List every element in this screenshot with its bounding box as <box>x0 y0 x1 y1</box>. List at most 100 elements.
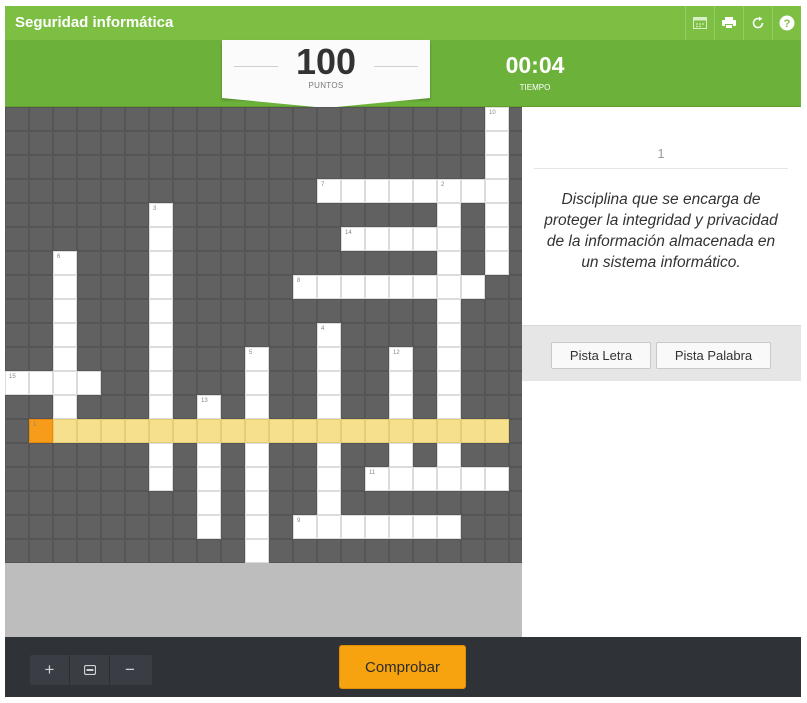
crossword-cell[interactable] <box>149 299 173 323</box>
crossword-cell[interactable] <box>245 371 269 395</box>
crossword-cell[interactable] <box>317 467 341 491</box>
crossword-cell[interactable] <box>197 467 221 491</box>
crossword-cell[interactable] <box>293 419 317 443</box>
crossword-cell[interactable]: 6 <box>53 251 77 275</box>
crossword-cell[interactable] <box>365 227 389 251</box>
crossword-cell[interactable] <box>317 515 341 539</box>
crossword-cell[interactable] <box>485 227 509 251</box>
zoom-reset-button[interactable] <box>70 655 110 685</box>
crossword-cell[interactable] <box>437 443 461 467</box>
crossword-cell[interactable]: 2 <box>437 179 461 203</box>
crossword-cell[interactable] <box>461 179 485 203</box>
crossword-cell[interactable] <box>53 323 77 347</box>
crossword-cell[interactable] <box>485 251 509 275</box>
crossword-cell[interactable] <box>437 371 461 395</box>
crossword-cell[interactable] <box>389 275 413 299</box>
crossword-cell[interactable]: 11 <box>365 467 389 491</box>
zoom-in-button[interactable]: + <box>30 655 70 685</box>
crossword-cell[interactable] <box>461 467 485 491</box>
crossword-cell[interactable] <box>485 155 509 179</box>
crossword-cell[interactable]: 7 <box>317 179 341 203</box>
crossword-cell[interactable] <box>389 515 413 539</box>
crossword-cell[interactable] <box>53 371 77 395</box>
hint-word-button[interactable]: Pista Palabra <box>656 342 771 369</box>
crossword-cell[interactable] <box>245 491 269 515</box>
crossword-cell[interactable] <box>245 467 269 491</box>
crossword-cell[interactable] <box>101 419 125 443</box>
crossword-cell[interactable] <box>317 491 341 515</box>
crossword-cell[interactable] <box>197 443 221 467</box>
crossword-cell[interactable]: 1 <box>29 419 53 443</box>
check-button[interactable]: Comprobar <box>339 645 466 689</box>
crossword-cell[interactable] <box>317 371 341 395</box>
crossword-cell[interactable] <box>149 419 173 443</box>
crossword-cell[interactable] <box>365 275 389 299</box>
crossword-cell[interactable] <box>53 395 77 419</box>
crossword-cell[interactable] <box>437 323 461 347</box>
hint-letter-button[interactable]: Pista Letra <box>551 342 651 369</box>
crossword-cell[interactable] <box>149 323 173 347</box>
crossword-cell[interactable]: 15 <box>5 371 29 395</box>
crossword-cell[interactable] <box>317 347 341 371</box>
crossword-cell[interactable] <box>197 515 221 539</box>
crossword-cell[interactable] <box>29 371 53 395</box>
crossword-cell[interactable] <box>437 515 461 539</box>
crossword-cell[interactable] <box>461 419 485 443</box>
crossword-cell[interactable] <box>485 131 509 155</box>
crossword-cell[interactable] <box>413 467 437 491</box>
crossword-cell[interactable] <box>389 227 413 251</box>
crossword-cell[interactable] <box>389 419 413 443</box>
crossword-cell[interactable] <box>389 371 413 395</box>
crossword-cell[interactable] <box>317 395 341 419</box>
crossword-cell[interactable]: 8 <box>293 275 317 299</box>
solutions-icon[interactable] <box>685 6 714 40</box>
crossword-cell[interactable] <box>485 203 509 227</box>
crossword-cell[interactable] <box>245 419 269 443</box>
crossword-cell[interactable] <box>149 395 173 419</box>
crossword-cell[interactable] <box>413 419 437 443</box>
crossword-cell[interactable] <box>365 515 389 539</box>
crossword-cell[interactable] <box>317 443 341 467</box>
crossword-cell[interactable] <box>365 179 389 203</box>
crossword-cell[interactable] <box>149 443 173 467</box>
crossword-cell[interactable] <box>245 443 269 467</box>
crossword-cell[interactable] <box>53 347 77 371</box>
crossword-cell[interactable]: 3 <box>149 203 173 227</box>
crossword-cell[interactable] <box>437 395 461 419</box>
crossword-cell[interactable] <box>173 419 197 443</box>
crossword-cell[interactable] <box>485 467 509 491</box>
crossword-cell[interactable] <box>77 419 101 443</box>
crossword-cell[interactable] <box>485 419 509 443</box>
crossword-cell[interactable] <box>149 347 173 371</box>
crossword-cell[interactable] <box>341 275 365 299</box>
crossword-cell[interactable]: 5 <box>245 347 269 371</box>
restart-icon[interactable] <box>743 6 772 40</box>
crossword-cell[interactable] <box>437 275 461 299</box>
crossword-cell[interactable] <box>149 251 173 275</box>
crossword-cell[interactable] <box>53 299 77 323</box>
crossword-cell[interactable]: 12 <box>389 347 413 371</box>
print-icon[interactable] <box>714 6 743 40</box>
crossword-cell[interactable]: 14 <box>341 227 365 251</box>
crossword-cell[interactable] <box>245 515 269 539</box>
crossword-cell[interactable] <box>437 467 461 491</box>
crossword-cell[interactable] <box>245 539 269 563</box>
crossword-cell[interactable] <box>317 419 341 443</box>
crossword-cell[interactable] <box>77 371 101 395</box>
crossword-cell[interactable] <box>365 419 389 443</box>
crossword-cell[interactable] <box>221 419 245 443</box>
crossword-cell[interactable] <box>389 443 413 467</box>
crossword-cell[interactable] <box>197 419 221 443</box>
crossword-cell[interactable] <box>389 467 413 491</box>
crossword-cell[interactable] <box>317 275 341 299</box>
crossword-cell[interactable]: 4 <box>317 323 341 347</box>
crossword-cell[interactable] <box>341 515 365 539</box>
crossword-cell[interactable] <box>197 491 221 515</box>
crossword-cell[interactable] <box>413 227 437 251</box>
crossword-cell[interactable] <box>53 419 77 443</box>
crossword-cell[interactable] <box>53 275 77 299</box>
crossword-cell[interactable] <box>485 179 509 203</box>
crossword-cell[interactable] <box>413 275 437 299</box>
crossword-cell[interactable] <box>437 251 461 275</box>
crossword-cell[interactable] <box>125 419 149 443</box>
